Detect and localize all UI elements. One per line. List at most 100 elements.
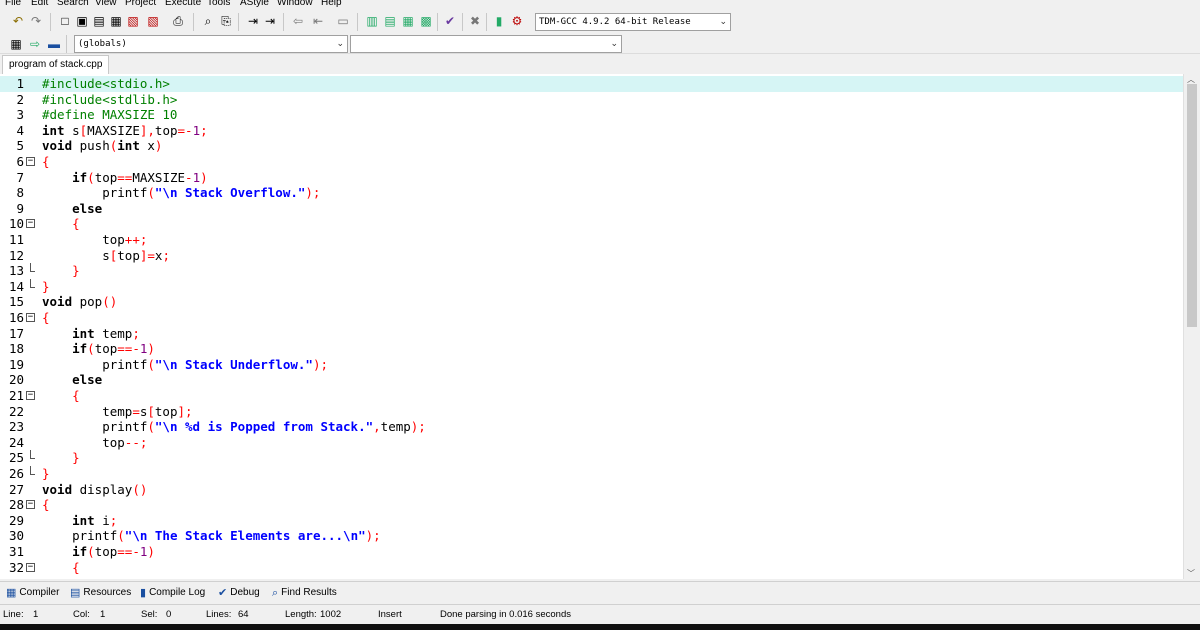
symbol-select[interactable]: ⌄ (350, 35, 622, 53)
line-number: 8 (16, 185, 24, 201)
rebuild-icon[interactable]: ▩ (418, 13, 434, 29)
code-line[interactable]: 11 top++; (0, 232, 1183, 248)
code-line[interactable]: 2 #include<stdlib.h> (0, 92, 1183, 108)
stop-execution-icon[interactable]: ✖ (467, 13, 483, 29)
code-line[interactable]: 8 printf("\n Stack Overflow."); (0, 185, 1183, 201)
code-token: s (42, 247, 110, 263)
bottom-tab-debug[interactable]: ✔ Debug (218, 585, 260, 601)
open-file-icon[interactable]: ▣ (74, 13, 90, 29)
menu-project[interactable]: Project (125, 0, 156, 9)
bookmark-icon[interactable]: ▬ (46, 36, 62, 52)
redo-icon[interactable]: ↷ (28, 13, 44, 29)
toggle-comment-icon[interactable]: ▭ (335, 13, 351, 29)
menu-search[interactable]: Search (57, 0, 89, 9)
code-line[interactable]: 28−{ (0, 497, 1183, 513)
scroll-down-icon[interactable]: ﹀ (1187, 568, 1195, 579)
bottom-tab-resources[interactable]: ▤ Resources (70, 585, 131, 601)
code-line[interactable]: 14} (0, 278, 1183, 295)
fold-toggle-icon[interactable]: − (26, 219, 35, 229)
profile-chart-icon[interactable]: ▮ (491, 13, 507, 29)
compile-run-icon[interactable]: ▦ (400, 13, 416, 29)
code-line[interactable]: 13 } (0, 263, 1183, 279)
code-line[interactable]: 31 if(top==-1) (0, 544, 1183, 560)
bottom-tab-find-results[interactable]: ⌕ Find Results (272, 585, 337, 601)
indent-icon[interactable]: ⇤ (310, 13, 326, 29)
fold-toggle-icon[interactable]: − (26, 500, 35, 510)
code-line[interactable]: 16−{ (0, 310, 1183, 326)
code-line[interactable]: 17 int temp; (0, 326, 1183, 342)
fold-toggle-icon[interactable]: − (26, 157, 35, 166)
code-text: { (42, 388, 80, 404)
debug-run-icon[interactable]: ⚙ (509, 13, 525, 29)
insert-icon[interactable]: ⇨ (27, 36, 43, 52)
code-line[interactable]: 3 #define MAXSIZE 10 (0, 107, 1183, 123)
find-icon[interactable]: ⌕ (200, 13, 216, 29)
code-token: } (72, 450, 80, 466)
code-line[interactable]: 27 void display() (0, 482, 1183, 498)
code-line[interactable]: 10− { (0, 216, 1183, 232)
code-token: ) (147, 341, 155, 357)
compile-icon[interactable]: ▥ (364, 13, 380, 29)
code-line[interactable]: 5 void push(int x) (0, 138, 1183, 154)
menu-file[interactable]: File (5, 0, 21, 9)
code-line[interactable]: 6−{ (0, 154, 1183, 170)
scope-select[interactable]: (globals) ⌄ (74, 35, 348, 53)
code-line[interactable]: 25 } (0, 450, 1183, 466)
code-line[interactable]: 23 printf("\n %d is Popped from Stack.",… (0, 419, 1183, 435)
unindent-icon[interactable]: ⇦ (290, 13, 306, 29)
close-file-icon[interactable]: ▧ (125, 13, 141, 29)
goto-definition-icon[interactable]: ⇥ (262, 13, 278, 29)
code-editor[interactable]: 1 #include<stdio.h> 2 #include<stdlib.h> 3 #d… (0, 74, 1183, 579)
menu-edit[interactable]: Edit (31, 0, 48, 9)
undo-icon[interactable]: ↶ (10, 13, 26, 29)
code-line[interactable]: 22 temp=s[top]; (0, 404, 1183, 420)
new-file-icon[interactable]: □ (57, 13, 73, 29)
code-line[interactable]: 21− { (0, 388, 1183, 404)
code-line[interactable]: 7 if(top==MAXSIZE-1) (0, 170, 1183, 186)
file-tab[interactable]: program of stack.cpp (2, 55, 110, 74)
close-all-icon[interactable]: ▧ (145, 13, 161, 29)
code-line[interactable]: 18 if(top==-1) (0, 341, 1183, 357)
code-line[interactable]: 12 s[top]=x; (0, 248, 1183, 264)
replace-icon[interactable]: ⎘ (218, 13, 234, 29)
code-line[interactable]: 1 #include<stdio.h> (0, 76, 1183, 92)
line-number: 10 (8, 216, 24, 232)
fold-toggle-icon[interactable]: − (26, 562, 35, 572)
menu-help[interactable]: Help (321, 0, 342, 9)
code-line[interactable]: 30 printf("\n The Stack Elements are...\… (0, 528, 1183, 544)
code-line[interactable]: 4 int s[MAXSIZE],top=-1; (0, 123, 1183, 139)
print-icon[interactable]: ⎙ (170, 13, 186, 29)
status-col-label: Col: (73, 609, 90, 620)
code-line[interactable]: 29 int i; (0, 513, 1183, 529)
code-text: void push(int x) (42, 138, 162, 154)
code-line[interactable]: 19 printf("\n Stack Underflow."); (0, 357, 1183, 373)
class-browser-icon[interactable]: ▦ (8, 36, 24, 52)
menu-tools[interactable]: Tools (207, 0, 230, 9)
save-all-icon[interactable]: ▦ (108, 13, 124, 29)
scrollbar-thumb[interactable] (1187, 84, 1197, 327)
save-icon[interactable]: ▤ (91, 13, 107, 29)
menu-astyle[interactable]: AStyle (240, 0, 269, 9)
menu-execute[interactable]: Execute (165, 0, 201, 9)
fold-toggle-icon[interactable]: − (26, 313, 35, 322)
code-line[interactable]: 32− { (0, 560, 1183, 576)
menu-window[interactable]: Window (277, 0, 313, 9)
bottom-tab-compile-log[interactable]: ▮ Compile Log (140, 585, 205, 601)
goto-line-icon[interactable]: ⇥ (245, 13, 261, 29)
bottom-tab-compiler[interactable]: ▦ Compiler (6, 585, 59, 601)
run-icon[interactable]: ▤ (382, 13, 398, 29)
code-line[interactable]: 15 void pop() (0, 294, 1183, 310)
line-number: 28 (8, 497, 24, 513)
vertical-scrollbar[interactable]: ︿ ﹀ (1183, 74, 1200, 579)
code-token: ( (87, 341, 95, 357)
menu-view[interactable]: View (95, 0, 117, 9)
syntax-check-icon[interactable]: ✔ (442, 13, 458, 29)
code-line[interactable]: 26} (0, 466, 1183, 482)
compiler-select[interactable]: TDM-GCC 4.9.2 64-bit Release ⌄ (535, 13, 731, 31)
code-line[interactable]: 24 top--; (0, 435, 1183, 451)
code-line[interactable]: 20 else (0, 372, 1183, 388)
fold-toggle-icon[interactable]: − (26, 391, 35, 400)
code-line[interactable]: 9 else (0, 201, 1183, 217)
line-number: 3 (16, 107, 24, 123)
line-number: 25 (8, 450, 24, 466)
